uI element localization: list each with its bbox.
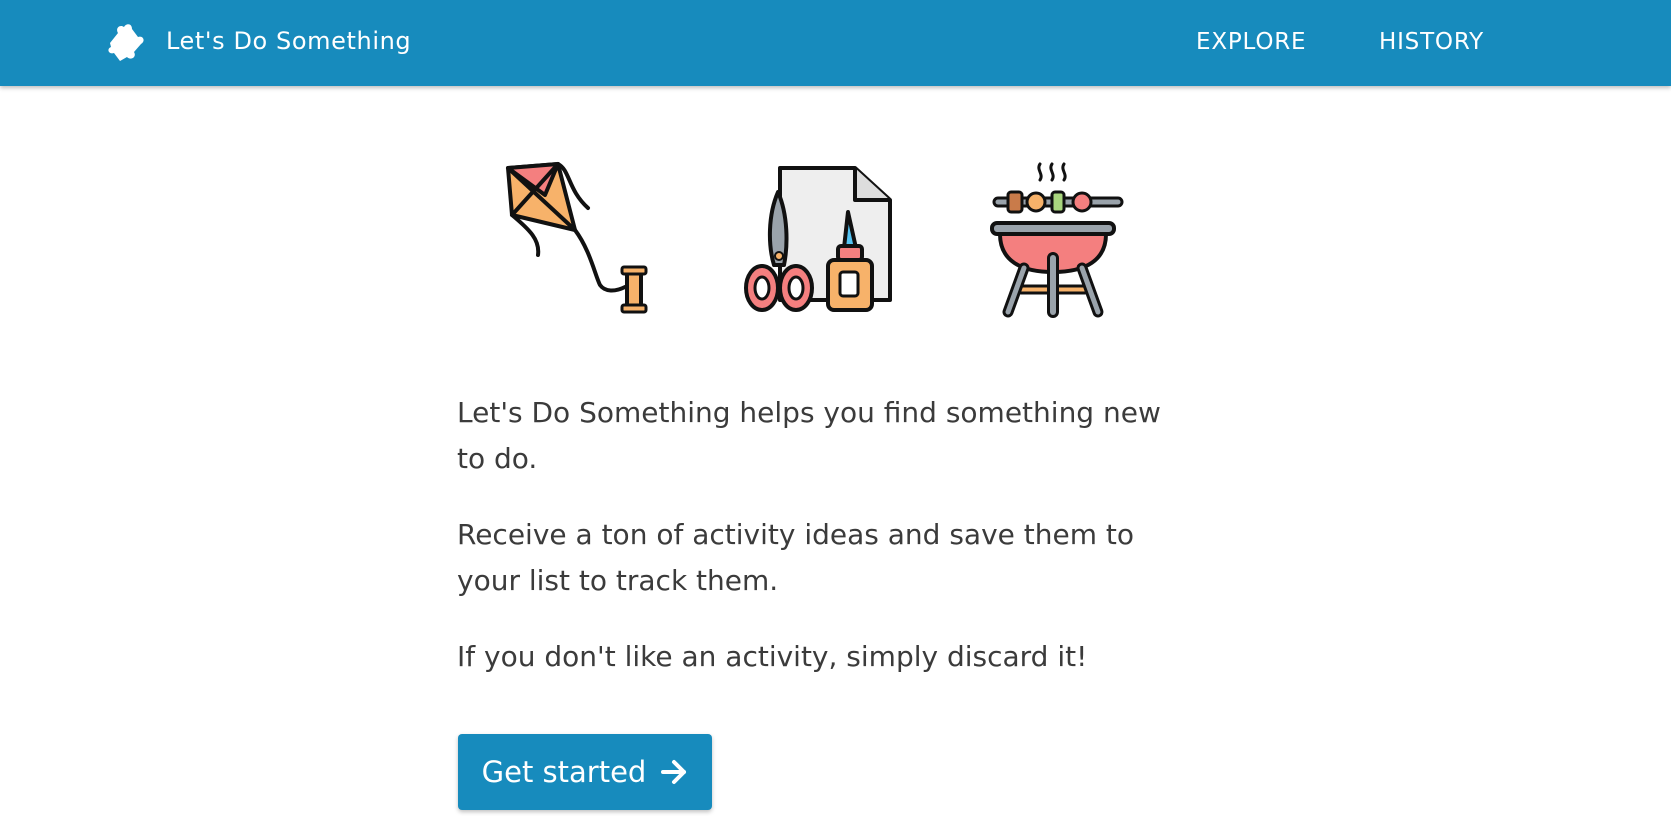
nav-history[interactable]: HISTORY	[1379, 22, 1484, 62]
arrow-right-icon	[660, 758, 688, 786]
brand-title: Let's Do Something	[166, 27, 412, 55]
top-navbar: Let's Do Something EXPLORE HISTORY	[0, 0, 1671, 86]
puzzle-piece-icon	[104, 19, 148, 63]
intro-content: Let's Do Something helps you find someth…	[457, 390, 1197, 680]
ideas-paragraph: Receive a ton of activity ideas and save…	[457, 518, 1135, 597]
scissors-glue-craft-icon	[740, 160, 900, 320]
barbecue-grill-icon	[990, 160, 1130, 320]
nav-explore[interactable]: EXPLORE	[1196, 22, 1306, 62]
discard-paragraph: If you don't like an activity, simply di…	[457, 640, 1088, 673]
get-started-label: Get started	[481, 755, 647, 789]
get-started-button[interactable]: Get started	[458, 734, 712, 810]
intro-paragraph: Let's Do Something helps you find someth…	[457, 396, 1161, 475]
kite-icon	[500, 160, 660, 320]
brand-link[interactable]: Let's Do Something	[104, 18, 411, 64]
